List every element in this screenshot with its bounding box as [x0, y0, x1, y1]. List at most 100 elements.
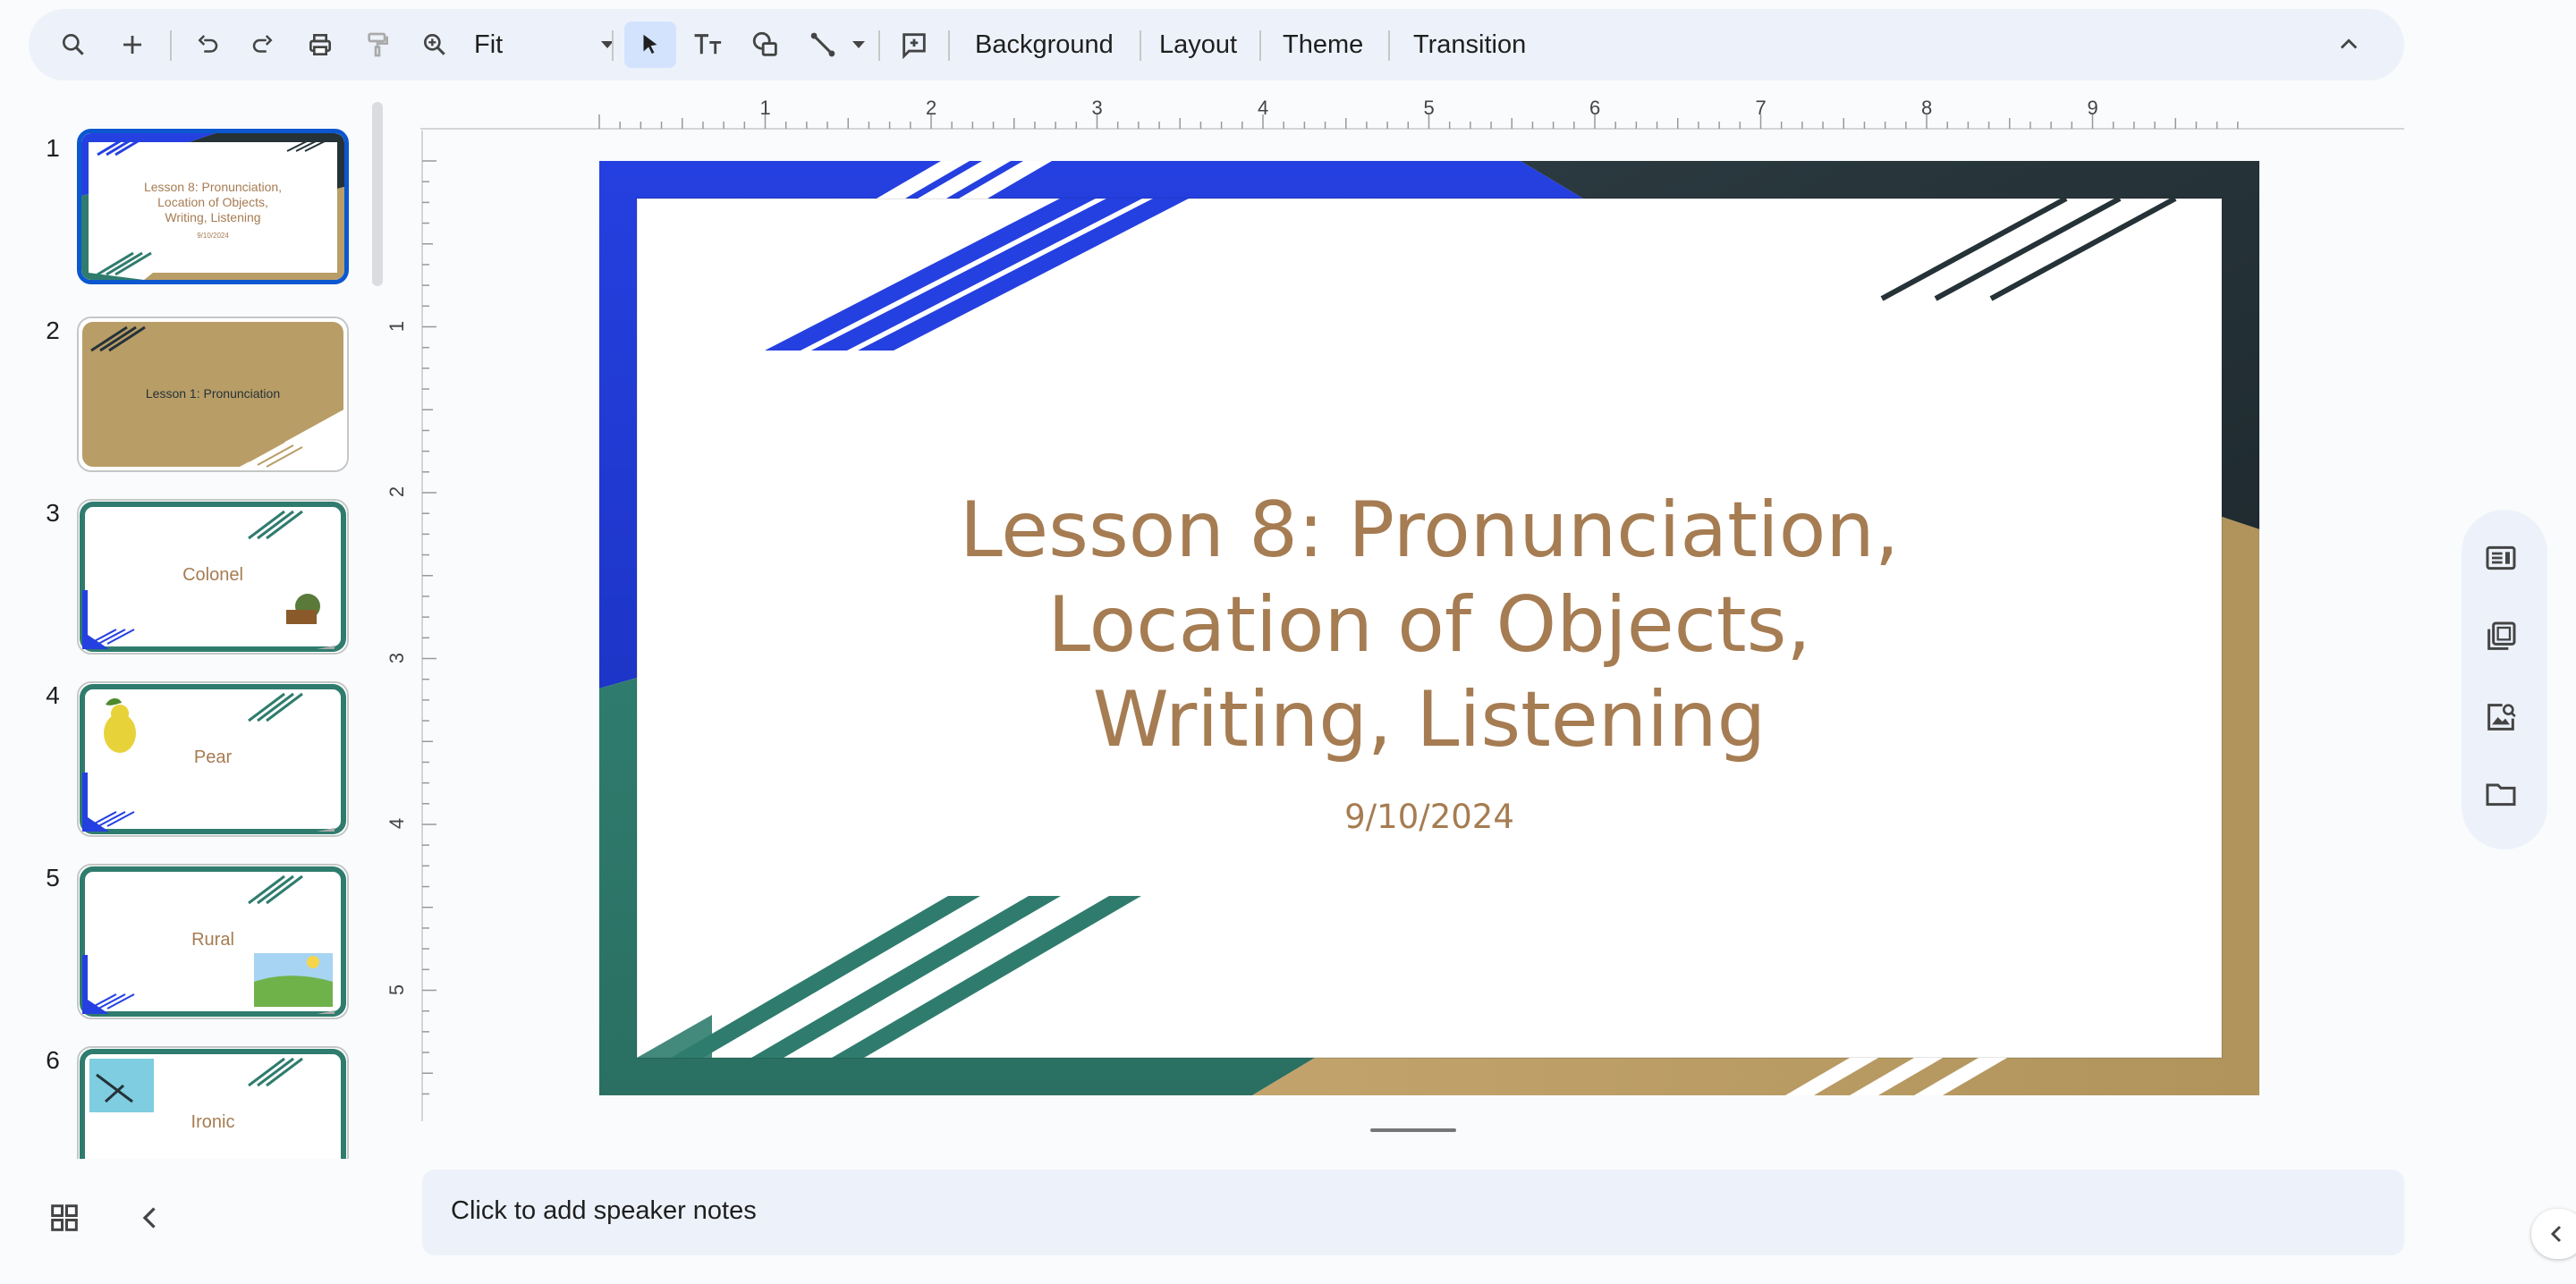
speaker-notes-panel-button[interactable] — [2483, 540, 2519, 576]
side-panel — [2462, 510, 2547, 849]
line-dropdown-button[interactable] — [846, 21, 871, 68]
toolbar-divider — [948, 30, 950, 61]
zoom-value: Fit — [474, 30, 504, 59]
collapse-icon — [2340, 38, 2358, 49]
ruler-label: 1 — [386, 320, 409, 332]
print-button[interactable] — [297, 21, 343, 68]
shape-icon — [752, 31, 777, 56]
text-box-icon — [694, 34, 722, 55]
thumbnail-background — [79, 1048, 347, 1159]
zoom-button[interactable] — [411, 21, 458, 68]
slide-title-line: Location of Objects, — [1047, 580, 1811, 670]
thumbnail-title: Ironic — [191, 1112, 235, 1132]
slide-thumbnail-3[interactable]: Colonel — [77, 499, 349, 655]
collapse-filmstrip-icon — [142, 1207, 156, 1229]
line-button[interactable] — [798, 21, 848, 68]
slide-thumbnail-1[interactable]: Lesson 8: Pronunciation, Location of Obj… — [77, 129, 349, 284]
speaker-notes[interactable]: Click to add speaker notes — [422, 1170, 2404, 1255]
theme-button[interactable]: Theme — [1275, 21, 1370, 68]
ruler-label: 7 — [1755, 97, 1767, 119]
filmstrip-scrollbar[interactable] — [372, 102, 383, 286]
add-icon — [123, 36, 141, 54]
slide-subtitle[interactable]: 9/10/2024 — [599, 798, 2259, 836]
text-box-button[interactable] — [683, 21, 733, 68]
slide-number: 4 — [46, 681, 60, 709]
toolbar-divider — [1259, 30, 1261, 61]
search-icon — [63, 33, 84, 55]
folder-button[interactable] — [2483, 776, 2519, 812]
ruler-label: 2 — [386, 486, 409, 498]
ruler-label: 5 — [1423, 97, 1435, 119]
background-button[interactable]: Background — [968, 21, 1121, 68]
ruler-label: 2 — [926, 97, 937, 119]
toolbar-divider — [1140, 30, 1141, 61]
toolbar-divider — [878, 30, 880, 61]
ruler-label: 5 — [386, 984, 409, 995]
paint-format-icon — [368, 32, 388, 57]
slide-thumbnail-2[interactable]: Lesson 1: Pronunciation — [77, 317, 349, 472]
slides-library-icon — [2487, 621, 2516, 650]
layout-button[interactable]: Layout — [1152, 21, 1244, 68]
comment-icon — [902, 33, 926, 60]
vertical-ruler — [421, 131, 436, 1121]
shape-button[interactable] — [741, 21, 791, 68]
slide-thumbnail-4[interactable]: Pear — [77, 681, 349, 837]
hide-menus-button[interactable] — [2326, 21, 2372, 68]
transition-button[interactable]: Transition — [1406, 21, 1533, 68]
toolbar-divider — [612, 30, 614, 61]
ruler-label: 3 — [1091, 97, 1103, 119]
paint-format-button[interactable] — [354, 21, 401, 68]
speaker-notes-icon — [2486, 545, 2516, 570]
zoom-select[interactable]: Fit — [467, 21, 628, 68]
line-icon — [810, 32, 835, 57]
slide-number: 5 — [46, 864, 60, 891]
horizontal-ruler — [420, 114, 2404, 130]
redo-icon — [252, 35, 273, 53]
slide-title[interactable]: Lesson 8: Pronunciation, Location of Obj… — [599, 483, 2259, 767]
toolbar-divider — [170, 30, 172, 61]
ruler-label: 3 — [386, 652, 409, 663]
toolbar-divider — [1388, 30, 1390, 61]
expand-panel-icon — [2550, 1225, 2562, 1243]
select-tool-button[interactable] — [624, 21, 676, 68]
expand-side-panel-button[interactable] — [2531, 1209, 2576, 1259]
grid-view-icon — [51, 1204, 78, 1231]
notes-resize-handle[interactable] — [1370, 1128, 1456, 1132]
thumbnail-title: Colonel — [182, 565, 243, 585]
thumbnail-title: Lesson 1: Pronunciation — [145, 386, 281, 401]
new-slide-button[interactable] — [109, 21, 156, 68]
slide-number: 1 — [46, 134, 60, 162]
toolbar: Fit Background Layout Theme Transition — [29, 9, 2404, 80]
add-comment-button[interactable] — [889, 21, 939, 68]
slide-title-line: Writing, Listening — [1092, 675, 1767, 764]
slide-canvas[interactable]: Lesson 8: Pronunciation, Location of Obj… — [599, 161, 2259, 1095]
ruler-label: 4 — [1258, 97, 1269, 119]
ruler-label: 4 — [386, 817, 409, 830]
search-menus-button[interactable] — [50, 21, 97, 68]
slide-thumbnail-5[interactable]: Rural — [77, 864, 349, 1019]
slide-number: 6 — [46, 1046, 60, 1074]
image-search-icon — [2487, 704, 2516, 731]
slide-number: 3 — [46, 499, 60, 527]
thumbnail-subtitle: 9/10/2024 — [197, 232, 229, 240]
image-search-button[interactable] — [2483, 699, 2519, 735]
slide-number: 2 — [46, 317, 60, 344]
dropdown-arrow-icon — [852, 41, 865, 48]
print-icon — [309, 34, 331, 55]
collapse-filmstrip-button[interactable] — [134, 1202, 166, 1234]
slide-title-line: Lesson 8: Pronunciation, — [959, 486, 1900, 575]
redo-button[interactable] — [240, 21, 286, 68]
zoom-icon — [424, 33, 445, 55]
speaker-notes-placeholder: Click to add speaker notes — [451, 1196, 757, 1225]
thumbnail-title: Pear — [193, 748, 233, 767]
slide-thumbnail-6[interactable]: Ironic — [77, 1046, 349, 1159]
undo-button[interactable] — [184, 21, 231, 68]
ruler-label: 1 — [759, 97, 771, 119]
thumbnail-title: Rural — [191, 930, 234, 950]
ruler-label: 9 — [2087, 97, 2098, 119]
grid-view-button[interactable] — [47, 1200, 82, 1236]
ruler-label: 8 — [1921, 97, 1933, 119]
select-icon — [643, 34, 657, 54]
filmstrip: 1 Lesson 8: Pronunciation, Location of O… — [0, 98, 394, 1159]
slides-library-button[interactable] — [2483, 619, 2519, 655]
